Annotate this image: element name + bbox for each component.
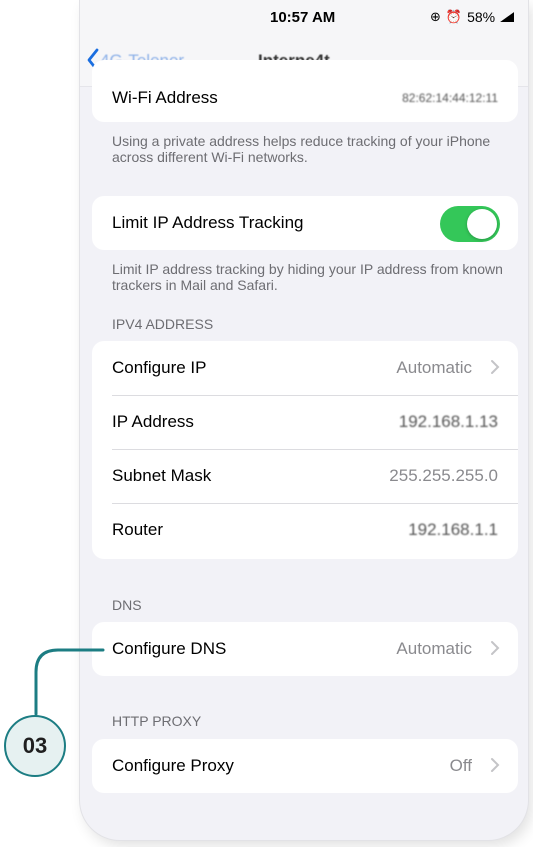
callout-connector-line [34, 648, 105, 716]
step-badge: 03 [4, 715, 66, 777]
